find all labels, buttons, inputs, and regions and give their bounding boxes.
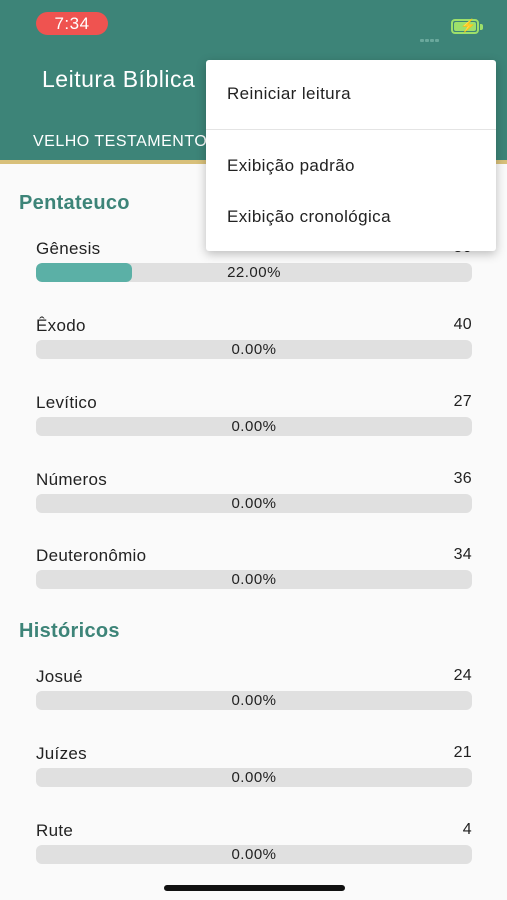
- book-name: Levítico: [36, 393, 97, 412]
- progress-bar: 0.00%: [36, 845, 472, 864]
- book-item-rute[interactable]: Rute 4 0.00%: [36, 821, 472, 871]
- book-item-juizes[interactable]: Juízes 21 0.00%: [36, 744, 472, 794]
- progress-text: 0.00%: [231, 571, 277, 588]
- book-chapter-count: 27: [453, 393, 472, 410]
- progress-bar: 0.00%: [36, 570, 472, 589]
- book-chapter-count: 21: [453, 744, 472, 761]
- battery-icon: ⚡: [451, 18, 479, 34]
- book-name: Gênesis: [36, 239, 101, 258]
- menu-divider: [206, 129, 496, 130]
- progress-text: 0.00%: [231, 692, 277, 709]
- book-name: Juízes: [36, 744, 87, 763]
- book-item-josue[interactable]: Josué 24 0.00%: [36, 667, 472, 717]
- section-title-historicos: Históricos: [19, 620, 120, 642]
- book-list: Pentateuco Gênesis 50 22.00% Êxodo 40 0.…: [0, 164, 507, 900]
- book-name: Deuteronômio: [36, 546, 147, 565]
- book-chapter-count: 24: [453, 667, 472, 684]
- status-time: 7:34: [36, 12, 108, 35]
- progress-bar: 22.00%: [36, 263, 472, 282]
- book-item-numeros[interactable]: Números 36 0.00%: [36, 470, 472, 520]
- book-name: Números: [36, 470, 108, 489]
- progress-text: 0.00%: [231, 418, 277, 435]
- book-item-exodo[interactable]: Êxodo 40 0.00%: [36, 316, 472, 366]
- book-name: Josué: [36, 667, 83, 686]
- overflow-menu: Reiniciar leitura Exibição padrão Exibiç…: [206, 60, 496, 251]
- progress-bar: 0.00%: [36, 494, 472, 513]
- progress-bar: 0.00%: [36, 691, 472, 710]
- section-title-pentateuco: Pentateuco: [19, 192, 130, 214]
- progress-text: 0.00%: [231, 846, 277, 863]
- menu-item-exibicao-cronologica[interactable]: Exibição cronológica: [227, 207, 391, 227]
- book-item-levitico[interactable]: Levítico 27 0.00%: [36, 393, 472, 443]
- app-title: Leitura Bíblica: [42, 66, 196, 92]
- book-chapter-count: 40: [453, 316, 472, 333]
- menu-item-reiniciar-leitura[interactable]: Reiniciar leitura: [227, 84, 351, 104]
- progress-bar: 0.00%: [36, 417, 472, 436]
- progress-text: 0.00%: [231, 495, 277, 512]
- signal-icon: [420, 29, 444, 42]
- book-name: Rute: [36, 821, 74, 840]
- progress-text: 0.00%: [231, 769, 277, 786]
- book-name: Êxodo: [36, 316, 86, 335]
- menu-item-exibicao-padrao[interactable]: Exibição padrão: [227, 156, 355, 176]
- battery-tip: [480, 24, 483, 30]
- home-indicator: [164, 885, 345, 891]
- book-chapter-count: 4: [462, 821, 472, 838]
- tab-old-testament[interactable]: VELHO TESTAMENTO: [33, 133, 207, 151]
- book-item-deuteronomio[interactable]: Deuteronômio 34 0.00%: [36, 546, 472, 596]
- progress-bar: 0.00%: [36, 340, 472, 359]
- progress-text: 0.00%: [231, 341, 277, 358]
- book-chapter-count: 36: [453, 470, 472, 487]
- progress-text: 22.00%: [227, 264, 281, 281]
- progress-bar: 0.00%: [36, 768, 472, 787]
- book-chapter-count: 34: [453, 546, 472, 563]
